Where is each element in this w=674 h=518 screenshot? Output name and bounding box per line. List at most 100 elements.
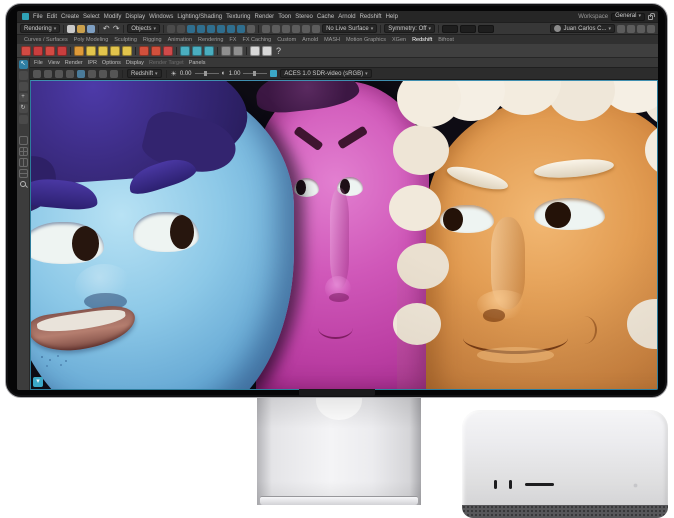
layout-four-pane-icon[interactable]: [19, 147, 28, 156]
attribute-editor-toggle-icon[interactable]: [627, 25, 635, 33]
menu-render[interactable]: Render: [255, 14, 275, 20]
gamma-value[interactable]: 1.00: [229, 71, 241, 77]
snap-surface-icon[interactable]: [227, 25, 235, 33]
symmetry-dropdown[interactable]: Symmetry: Off ▾: [384, 24, 435, 33]
menu-file[interactable]: File: [33, 14, 43, 20]
rs-point-light-icon[interactable]: [110, 46, 120, 56]
sync-icon[interactable]: [617, 25, 625, 33]
undo-icon[interactable]: ↶: [102, 25, 110, 33]
rs-material-3-icon[interactable]: [45, 46, 55, 56]
rs-ipr-icon[interactable]: [163, 46, 173, 56]
make-live-icon[interactable]: [217, 25, 225, 33]
rotate-tool-icon[interactable]: ↻: [19, 104, 28, 113]
layout-outliner-pane-icon[interactable]: [19, 158, 28, 167]
zoom-layout-icon[interactable]: [19, 180, 28, 189]
menu-set-dropdown[interactable]: Rendering ▾: [20, 24, 60, 33]
panel-menu-options[interactable]: Options: [102, 60, 121, 66]
redo-icon[interactable]: ↷: [112, 25, 120, 33]
tab-curves-surfaces[interactable]: Curves / Surfaces: [24, 37, 68, 43]
menu-texturing[interactable]: Texturing: [226, 14, 250, 20]
live-surface-dropdown[interactable]: No Live Surface ▾: [322, 24, 377, 33]
save-scene-icon[interactable]: [87, 25, 95, 33]
rs-material-4-icon[interactable]: [57, 46, 67, 56]
panel-menu-display[interactable]: Display: [126, 60, 144, 66]
snapshot-icon[interactable]: [55, 70, 63, 78]
menu-select[interactable]: Select: [83, 14, 100, 20]
lasso-tool-icon[interactable]: [19, 71, 28, 80]
rs-curve-icon[interactable]: [151, 46, 161, 56]
move-tool-icon[interactable]: +: [19, 93, 28, 102]
select-tool-icon[interactable]: ↖: [19, 60, 28, 69]
rs-render-view-icon[interactable]: [221, 46, 231, 56]
scale-tool-icon[interactable]: [19, 115, 28, 124]
panel-menu-ipr[interactable]: IPR: [88, 60, 97, 66]
render-current-frame-icon[interactable]: [262, 25, 270, 33]
channel-box-toggle-icon[interactable]: [647, 25, 655, 33]
open-image-icon[interactable]: [44, 70, 52, 78]
panel-menu-view[interactable]: View: [48, 60, 60, 66]
tab-rendering[interactable]: Rendering: [198, 37, 223, 43]
menu-arnold[interactable]: Arnold: [338, 14, 355, 20]
tab-fx-caching[interactable]: FX Caching: [242, 37, 271, 43]
snap-view-plane-icon[interactable]: [207, 25, 215, 33]
render-settings-icon[interactable]: [282, 25, 290, 33]
color-managed-checkbox[interactable]: [270, 70, 277, 77]
snap-curve-icon[interactable]: [177, 25, 185, 33]
ipr-render-icon[interactable]: [272, 25, 280, 33]
snap-point-icon[interactable]: [187, 25, 195, 33]
tab-motion-graphics[interactable]: Motion Graphics: [346, 37, 386, 43]
menu-cache[interactable]: Cache: [317, 14, 334, 20]
ipr-toggle-icon[interactable]: [77, 70, 85, 78]
tab-sculpting[interactable]: Sculpting: [114, 37, 137, 43]
hypershade-icon[interactable]: [292, 25, 300, 33]
menu-help[interactable]: Help: [386, 14, 398, 20]
rs-render-settings-icon[interactable]: [233, 46, 243, 56]
exposure-value[interactable]: 0.00: [180, 71, 192, 77]
rs-material-2-icon[interactable]: [33, 46, 43, 56]
menu-redshift[interactable]: Redshift: [360, 14, 382, 20]
renderer-dropdown[interactable]: Redshift ▾: [127, 69, 162, 78]
gamma-slider[interactable]: [243, 73, 267, 74]
snap-grid-icon[interactable]: [167, 25, 175, 33]
open-scene-icon[interactable]: [77, 25, 85, 33]
tab-fx[interactable]: FX: [229, 37, 236, 43]
save-image-icon[interactable]: [33, 70, 41, 78]
alpha-channel-icon[interactable]: [99, 70, 107, 78]
tab-redshift[interactable]: Redshift: [412, 37, 432, 43]
paint-effects-icon[interactable]: [312, 25, 320, 33]
tab-custom[interactable]: Custom: [277, 37, 296, 43]
rs-area-light-icon[interactable]: [86, 46, 96, 56]
render-viewport[interactable]: ▾: [30, 80, 658, 390]
menu-lighting-shading[interactable]: Lighting/Shading: [177, 14, 222, 20]
snap-magnet-icon[interactable]: [237, 25, 245, 33]
tab-arnold[interactable]: Arnold: [302, 37, 318, 43]
menu-modify[interactable]: Modify: [104, 14, 122, 20]
panel-menu-panels[interactable]: Panels: [189, 60, 206, 66]
workspace-dropdown[interactable]: General ▾: [611, 13, 645, 21]
rgb-channels-icon[interactable]: [88, 70, 96, 78]
menu-toon[interactable]: Toon: [278, 14, 291, 20]
selection-mask-dropdown[interactable]: Objects ▾: [127, 24, 160, 33]
rs-sun-sky-icon[interactable]: [139, 46, 149, 56]
rs-ies-light-icon[interactable]: [74, 46, 84, 56]
tab-animation[interactable]: Animation: [168, 37, 192, 43]
layout-single-pane-icon[interactable]: [19, 136, 28, 145]
tab-poly-modeling[interactable]: Poly Modeling: [74, 37, 109, 43]
rs-spot-light-icon[interactable]: [98, 46, 108, 56]
region-render-icon[interactable]: [66, 70, 74, 78]
tab-xgen[interactable]: XGen: [392, 37, 406, 43]
zoom-actual-size-icon[interactable]: [110, 70, 118, 78]
rs-doc-1-icon[interactable]: [250, 46, 260, 56]
panel-menu-render[interactable]: Render: [65, 60, 83, 66]
snap-projected-center-icon[interactable]: [197, 25, 205, 33]
menu-windows[interactable]: Windows: [149, 14, 173, 20]
rs-volume-icon[interactable]: [180, 46, 190, 56]
rs-dome-light-icon[interactable]: [122, 46, 132, 56]
account-menu[interactable]: Juan Carlos C... ▾: [550, 24, 615, 33]
panel-menu-file[interactable]: File: [34, 60, 43, 66]
menu-edit[interactable]: Edit: [47, 14, 57, 20]
rs-doc-2-icon[interactable]: [262, 46, 272, 56]
construction-history-icon[interactable]: [247, 25, 255, 33]
rs-environment-icon[interactable]: [192, 46, 202, 56]
menu-stereo[interactable]: Stereo: [295, 14, 313, 20]
